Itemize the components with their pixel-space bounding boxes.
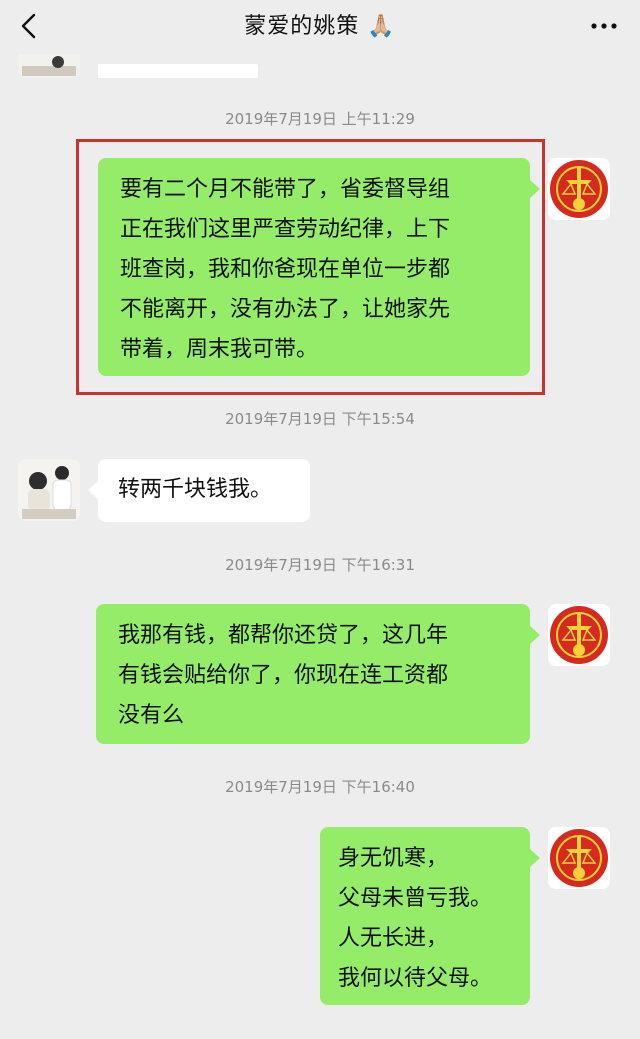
more-dots-icon[interactable] <box>590 12 618 40</box>
self-avatar[interactable] <box>548 827 610 889</box>
message-text: 身无饥寒， 父母未曾亏我。 人无长进， 我何以待父母。 <box>338 846 493 991</box>
chat-header: 蒙爱的姚策 🙏🏼 <box>0 0 640 52</box>
message-timestamp: 2019年7月19日 下午16:31 <box>225 556 415 574</box>
bubble-tail <box>530 180 540 198</box>
message-text: 转两千块钱我。 <box>118 477 273 502</box>
message-bubble-self[interactable]: 我那有钱，都帮你还贷了，这几年 有钱会贴给你了，你现在连工资都 没有么 <box>96 604 530 744</box>
message-bubble-self[interactable]: 要有二个月不能带了，省委督导组 正在我们这里严查劳动纪律，上下 班查岗，我和你爸… <box>98 158 530 376</box>
bubble-tail <box>88 481 98 499</box>
self-avatar[interactable] <box>548 604 610 666</box>
redacted-message <box>98 64 258 78</box>
bubble-tail <box>530 849 540 867</box>
bubble-tail <box>530 626 540 644</box>
message-timestamp: 2019年7月19日 下午16:40 <box>225 778 415 796</box>
message-text: 要有二个月不能带了，省委督导组 正在我们这里严查劳动纪律，上下 班查岗，我和你爸… <box>120 177 451 362</box>
emblem-avatar-icon <box>548 827 610 889</box>
self-avatar[interactable] <box>548 158 610 220</box>
contact-avatar[interactable] <box>18 459 80 521</box>
chat-title: 蒙爱的姚策 🙏🏼 <box>244 14 396 39</box>
message-bubble-self[interactable]: 身无饥寒， 父母未曾亏我。 人无长进， 我何以待父母。 <box>320 827 530 1005</box>
message-bubble-other[interactable]: 转两千块钱我。 <box>98 459 310 522</box>
emblem-avatar-icon <box>548 604 610 666</box>
contact-photo-icon <box>18 459 80 521</box>
message-text: 我那有钱，都帮你还贷了，这几年 有钱会贴给你了，你现在连工资都 没有么 <box>118 623 449 728</box>
emblem-avatar-icon <box>548 158 610 220</box>
message-timestamp: 2019年7月19日 下午15:54 <box>225 410 415 428</box>
message-timestamp: 2019年7月19日 上午11:29 <box>225 110 415 128</box>
